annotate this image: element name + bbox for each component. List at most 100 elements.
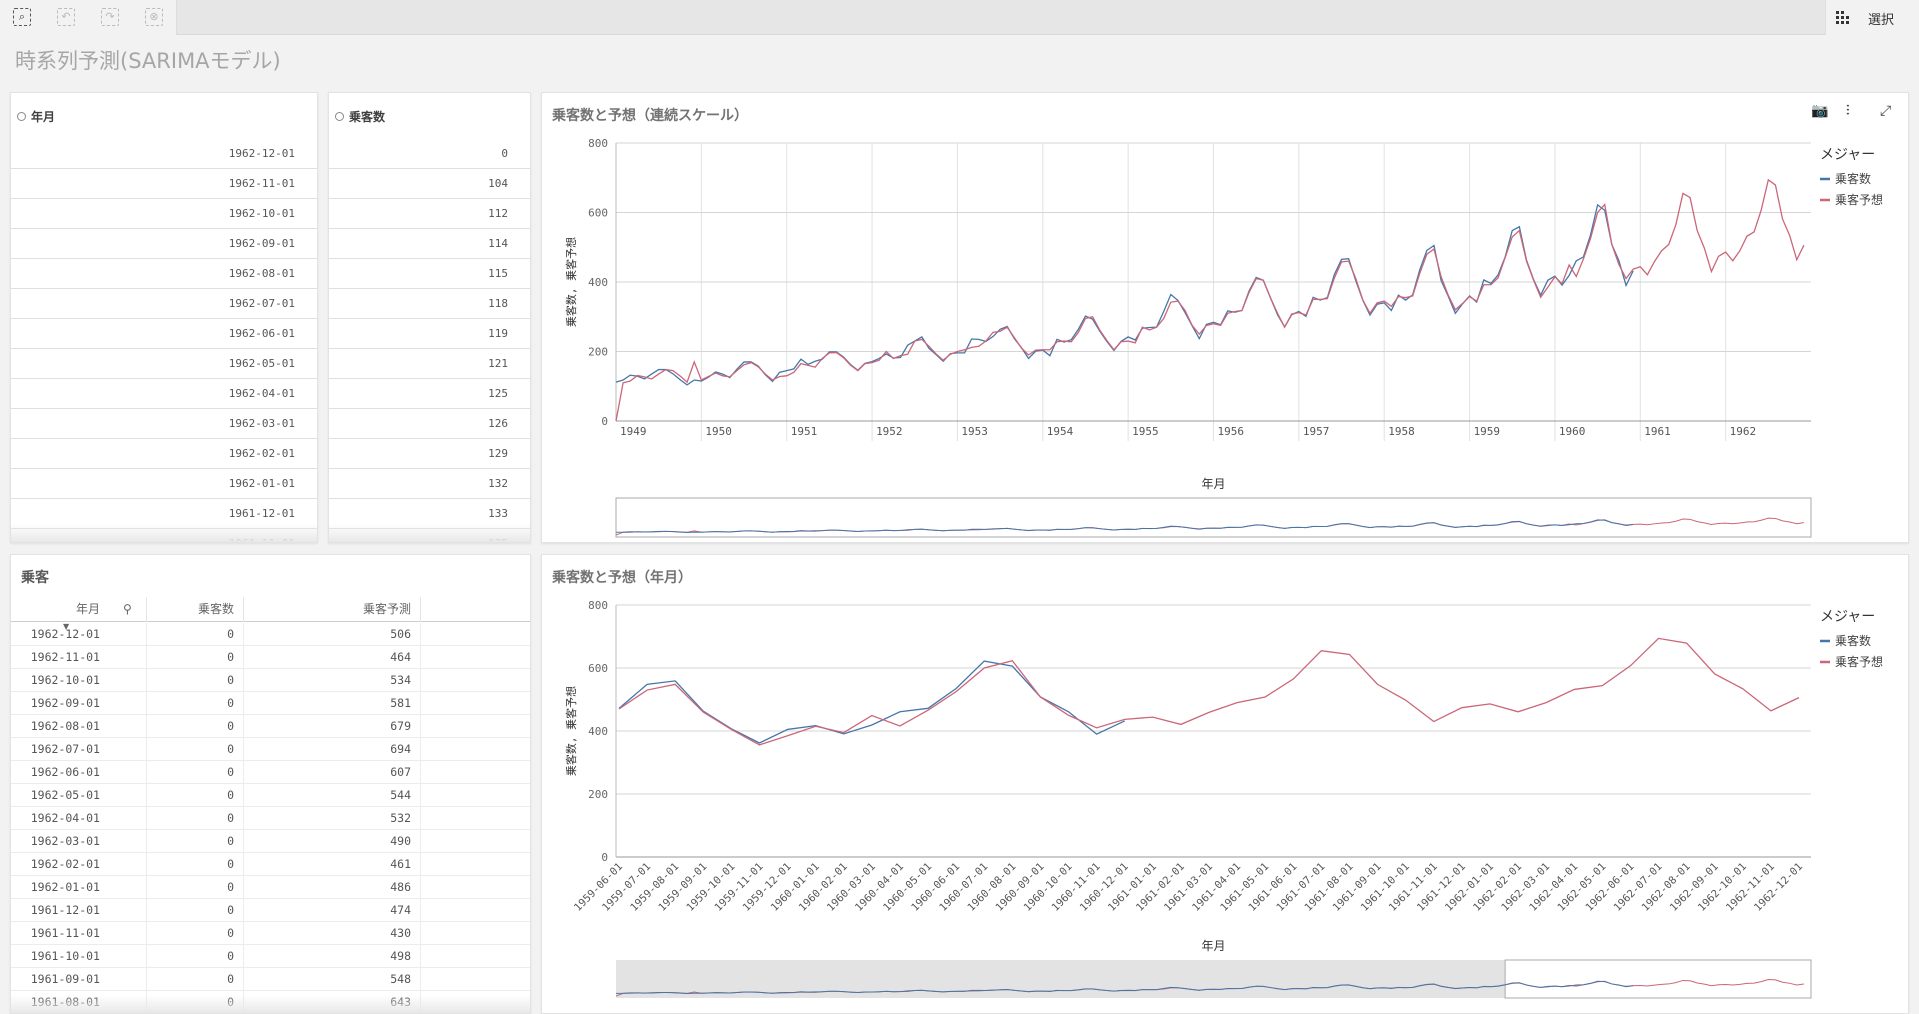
list-item[interactable]: 112 — [329, 199, 530, 229]
cell-forecast: 694 — [244, 738, 421, 761]
filter-passengers-header[interactable]: 乗客数 — [335, 108, 385, 125]
cell-passengers: 0 — [147, 761, 244, 784]
cell-yearmonth: 1962-08-01 — [11, 715, 147, 738]
cell-forecast: 534 — [244, 669, 421, 692]
list-item[interactable]: 115 — [329, 259, 530, 289]
cell-forecast: 490 — [244, 830, 421, 853]
chart-continuous-panel: 乗客数と予想（連続スケール） 📷 ⫶ ⤢ — [541, 92, 1909, 543]
cell-passengers: 0 — [147, 738, 244, 761]
cell-passengers: 0 — [147, 945, 244, 968]
camera-icon[interactable]: 📷 — [1811, 103, 1828, 119]
table-row[interactable]: 1961-09-01 0 548 — [11, 968, 530, 991]
table-row[interactable]: 1962-09-01 0 581 — [11, 692, 530, 715]
cell-forecast: 461 — [244, 853, 421, 876]
cell-passengers: 0 — [147, 646, 244, 669]
table-row[interactable]: 1961-12-01 0 474 — [11, 899, 530, 922]
table-row[interactable]: 1962-07-01 0 694 — [11, 738, 530, 761]
smart-search-icon[interactable]: ⌕ — [13, 8, 31, 26]
filter-passengers: 乗客数 0 104 112 114 115 118 119 121 125 126 129 132 13… — [328, 92, 531, 543]
cell-yearmonth: 1962-07-01 — [11, 738, 147, 761]
list-item[interactable]: 126 — [329, 409, 530, 439]
toolbar: ⌕ ↶ ↷ ⊗ 選択 — [0, 0, 1919, 35]
list-item[interactable]: 1962-08-01 — [11, 259, 317, 289]
cell-forecast: 464 — [244, 646, 421, 669]
cell-forecast: 679 — [244, 715, 421, 738]
list-item[interactable]: 121 — [329, 349, 530, 379]
step-back-icon[interactable]: ↶ — [57, 8, 75, 26]
table-title: 乗客 — [21, 570, 49, 586]
table-header: 年月 ⚲ 乗客数 乗客予測 ▼ — [11, 597, 530, 631]
list-item[interactable]: 1962-02-01 — [11, 439, 317, 469]
list-item[interactable]: 1962-05-01 — [11, 349, 317, 379]
selections-button[interactable]: 選択 — [1825, 0, 1919, 35]
selection-tools: ⌕ ↶ ↷ ⊗ — [0, 0, 177, 35]
filter-yearmonth-header[interactable]: 年月 — [17, 108, 55, 125]
column-header-passengers[interactable]: 乗客数 — [147, 597, 244, 622]
expand-icon[interactable]: ⤢ — [1880, 103, 1891, 119]
cell-passengers: 0 — [147, 853, 244, 876]
table-row[interactable]: 1962-05-01 0 544 — [11, 784, 530, 807]
clear-selections-icon[interactable]: ⊗ — [145, 8, 163, 26]
cell-yearmonth: 1962-03-01 — [11, 830, 147, 853]
table-row[interactable]: 1962-04-01 0 532 — [11, 807, 530, 830]
cell-yearmonth: 1962-05-01 — [11, 784, 147, 807]
list-item[interactable]: 104 — [329, 169, 530, 199]
table-row[interactable]: 1962-12-01 0 506 — [11, 623, 530, 646]
cell-forecast: 430 — [244, 922, 421, 945]
cell-forecast: 544 — [244, 784, 421, 807]
chart-monthly-panel: 乗客数と予想（年月） — [541, 554, 1909, 1014]
filter-passengers-label: 乗客数 — [349, 110, 386, 124]
cell-passengers: 0 — [147, 692, 244, 715]
cell-passengers: 0 — [147, 623, 244, 646]
column-header-forecast[interactable]: 乗客予測 — [244, 597, 421, 622]
cell-forecast: 548 — [244, 968, 421, 991]
cell-yearmonth: 1961-09-01 — [11, 968, 147, 991]
table-row[interactable]: 1962-11-01 0 464 — [11, 646, 530, 669]
table-row[interactable]: 1961-10-01 0 498 — [11, 945, 530, 968]
filter-yearmonth: 年月 1962-12-01 1962-11-01 1962-10-01 1962-09… — [10, 92, 318, 543]
list-item[interactable]: 1962-03-01 — [11, 409, 317, 439]
list-item[interactable]: 118 — [329, 289, 530, 319]
list-item[interactable]: 1962-07-01 — [11, 289, 317, 319]
adjust-icon[interactable]: ⫶ — [1846, 103, 1850, 119]
cell-forecast: 581 — [244, 692, 421, 715]
step-forward-icon[interactable]: ↷ — [101, 8, 119, 26]
list-item[interactable]: 129 — [329, 439, 530, 469]
cell-passengers: 0 — [147, 715, 244, 738]
list-item[interactable]: 119 — [329, 319, 530, 349]
cell-yearmonth: 1962-11-01 — [11, 646, 147, 669]
table-row[interactable]: 1962-08-01 0 679 — [11, 715, 530, 738]
page-title: 時系列予測(SARIMAモデル) — [15, 49, 281, 73]
list-item[interactable]: 125 — [329, 379, 530, 409]
list-item[interactable]: 1962-09-01 — [11, 229, 317, 259]
cell-passengers: 0 — [147, 807, 244, 830]
table-row[interactable]: 1962-02-01 0 461 — [11, 853, 530, 876]
list-item[interactable]: 1962-04-01 — [11, 379, 317, 409]
cell-yearmonth: 1962-10-01 — [11, 669, 147, 692]
list-item[interactable]: 132 — [329, 469, 530, 499]
table-row[interactable]: 1962-10-01 0 534 — [11, 669, 530, 692]
list-item[interactable]: 1962-12-01 — [11, 139, 317, 169]
cell-yearmonth: 1961-10-01 — [11, 945, 147, 968]
cell-yearmonth: 1962-04-01 — [11, 807, 147, 830]
selections-label: 選択 — [1868, 13, 1895, 28]
list-item[interactable]: 1962-01-01 — [11, 469, 317, 499]
cell-passengers: 0 — [147, 830, 244, 853]
list-item[interactable]: 1962-06-01 — [11, 319, 317, 349]
column-search-icon[interactable]: ⚲ — [123, 602, 132, 616]
list-item[interactable]: 114 — [329, 229, 530, 259]
table-row[interactable]: 1962-03-01 0 490 — [11, 830, 530, 853]
table-panel: 乗客 年月 ⚲ 乗客数 乗客予測 ▼ 1962-12-01 0 506 1962-11… — [10, 554, 531, 1014]
cell-passengers: 0 — [147, 669, 244, 692]
list-item[interactable]: 1962-11-01 — [11, 169, 317, 199]
search-icon — [335, 112, 344, 121]
cell-yearmonth: 1962-12-01 — [11, 623, 147, 646]
list-item[interactable]: 1962-10-01 — [11, 199, 317, 229]
cell-forecast: 498 — [244, 945, 421, 968]
table-row[interactable]: 1962-06-01 0 607 — [11, 761, 530, 784]
cell-forecast: 532 — [244, 807, 421, 830]
list-item[interactable]: 0 — [329, 139, 530, 169]
table-row[interactable]: 1961-11-01 0 430 — [11, 922, 530, 945]
table-row[interactable]: 1962-01-01 0 486 — [11, 876, 530, 899]
cell-yearmonth: 1962-09-01 — [11, 692, 147, 715]
